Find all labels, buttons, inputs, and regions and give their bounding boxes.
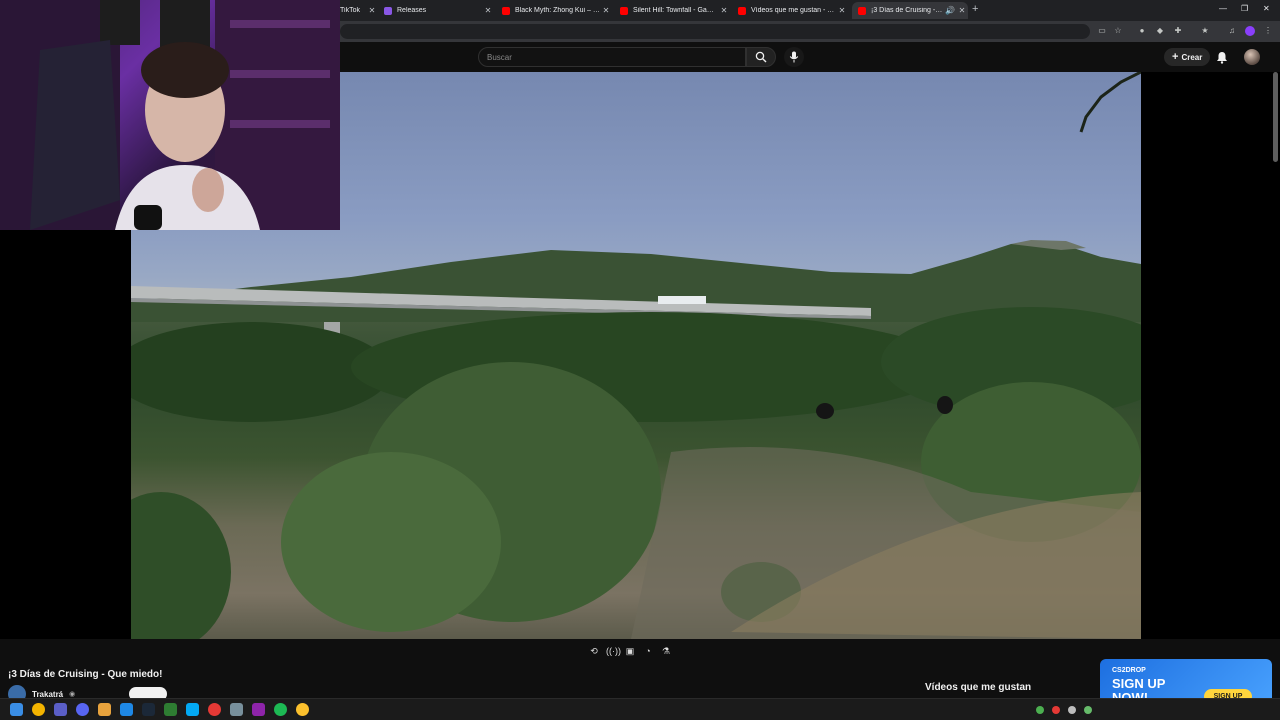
windows-taskbar xyxy=(0,698,1280,720)
search-input[interactable]: Buscar xyxy=(478,47,746,67)
verified-icon: ◉ xyxy=(69,691,76,698)
search-icon[interactable] xyxy=(32,703,45,716)
create-label: Crear xyxy=(1181,52,1203,62)
search-button[interactable] xyxy=(746,47,776,67)
screen: TikTok ✕ Releases ✕ Black Myth: Zhong Ku… xyxy=(0,0,1280,720)
windows-start-icon[interactable] xyxy=(10,703,23,716)
youtube-icon xyxy=(738,6,746,15)
address-bar[interactable] xyxy=(340,24,1090,39)
app-icon[interactable] xyxy=(230,703,243,716)
star-icon[interactable]: ☆ xyxy=(1113,26,1123,36)
youtube-icon xyxy=(858,6,866,15)
close-icon[interactable]: ✕ xyxy=(366,6,378,15)
tab-title: Black Myth: Zhong Kui – 15 Mi xyxy=(515,7,600,14)
tab-releases[interactable]: Releases ✕ xyxy=(378,2,494,19)
create-button[interactable]: + Crear xyxy=(1164,48,1211,66)
tray-icon[interactable] xyxy=(1052,706,1060,714)
tray-icon[interactable] xyxy=(1084,706,1092,714)
extension-icon[interactable]: ◆ xyxy=(1155,26,1165,36)
page-scrollbar[interactable] xyxy=(1273,72,1278,162)
tab-title: Releases xyxy=(397,7,427,14)
voice-search-button[interactable] xyxy=(784,47,804,67)
player-extra-controls: ⟲ ((·)) ▣ ◔ ⚗ xyxy=(588,645,672,661)
plus-icon: + xyxy=(1172,51,1179,63)
audio-wave-icon[interactable]: ((·)) xyxy=(606,645,621,657)
youtube-icon xyxy=(502,6,510,15)
app-icon[interactable] xyxy=(98,703,111,716)
tab-black-myth[interactable]: Black Myth: Zhong Kui – 15 Mi ✕ xyxy=(496,2,612,19)
releases-icon xyxy=(384,6,392,15)
steam-icon[interactable] xyxy=(142,703,155,716)
profile-icon[interactable] xyxy=(1245,26,1255,36)
extension-icon[interactable]: ● xyxy=(1137,26,1147,36)
right-black-area xyxy=(1141,72,1280,639)
audio-icon[interactable]: 🔊 xyxy=(944,6,956,15)
account-avatar[interactable] xyxy=(1244,49,1260,65)
speed-icon[interactable]: ◔ xyxy=(642,645,654,657)
tab-tiktok[interactable]: TikTok ✕ xyxy=(334,2,378,19)
screenshot-icon[interactable]: ▣ xyxy=(624,645,636,657)
app-icon[interactable] xyxy=(186,703,199,716)
app-icon[interactable] xyxy=(76,703,89,716)
tab-title: Silent Hill: Townfall - Gameplay xyxy=(633,7,718,14)
minimize-icon[interactable]: — xyxy=(1219,4,1227,13)
microphone-icon xyxy=(789,51,799,63)
notifications-button[interactable] xyxy=(1216,51,1228,69)
close-icon[interactable]: ✕ xyxy=(956,6,968,15)
tray-icon[interactable] xyxy=(1068,706,1076,714)
app-icon[interactable] xyxy=(208,703,221,716)
search-placeholder: Buscar xyxy=(487,53,512,62)
close-icon[interactable]: ✕ xyxy=(836,6,848,15)
app-icon[interactable] xyxy=(164,703,177,716)
new-tab-icon[interactable]: + xyxy=(972,3,978,15)
spotify-icon[interactable] xyxy=(274,703,287,716)
tab-title: ¡3 Días de Cruising - Que m xyxy=(871,7,944,14)
tab-current-video[interactable]: ¡3 Días de Cruising - Que m 🔊 ✕ xyxy=(852,2,968,19)
tab-silent-hill[interactable]: Silent Hill: Townfall - Gameplay ✕ xyxy=(614,2,730,19)
app-icon[interactable] xyxy=(54,703,67,716)
media-icon[interactable]: ♫ xyxy=(1227,26,1237,36)
app-icon[interactable] xyxy=(120,703,133,716)
streamer-image xyxy=(0,0,340,230)
search-icon xyxy=(755,51,767,63)
webcam-overlay xyxy=(0,0,340,230)
chrome-icon[interactable] xyxy=(296,703,309,716)
bell-icon xyxy=(1217,52,1227,64)
close-icon[interactable]: ✕ xyxy=(600,6,612,15)
menu-icon[interactable]: ⋮ xyxy=(1263,26,1273,36)
liked-videos-playlist-title[interactable]: Vídeos que me gustan xyxy=(925,682,1031,693)
app-icon[interactable] xyxy=(252,703,265,716)
install-icon[interactable]: ▭ xyxy=(1097,26,1107,36)
tab-liked-videos[interactable]: Vídeos que me gustan - YouTu ✕ xyxy=(732,2,848,19)
close-icon[interactable]: ✕ xyxy=(482,6,494,15)
bookmark-icon[interactable]: ★ xyxy=(1200,26,1210,36)
tray-icon[interactable] xyxy=(1036,706,1044,714)
video-title: ¡3 Días de Cruising - Que miedo! xyxy=(8,669,163,680)
maximize-icon[interactable]: ❐ xyxy=(1241,4,1248,13)
loop-icon[interactable]: ⟲ xyxy=(588,645,600,657)
youtube-icon xyxy=(620,6,628,15)
window-close-icon[interactable]: ✕ xyxy=(1263,4,1270,13)
close-icon[interactable]: ✕ xyxy=(718,6,730,15)
ad-brand: CS2DROP xyxy=(1112,667,1146,674)
puzzle-icon[interactable]: ✚ xyxy=(1173,26,1183,36)
flask-icon[interactable]: ⚗ xyxy=(660,645,672,657)
tab-title: TikTok xyxy=(340,7,360,14)
tab-title: Vídeos que me gustan - YouTu xyxy=(751,7,836,14)
